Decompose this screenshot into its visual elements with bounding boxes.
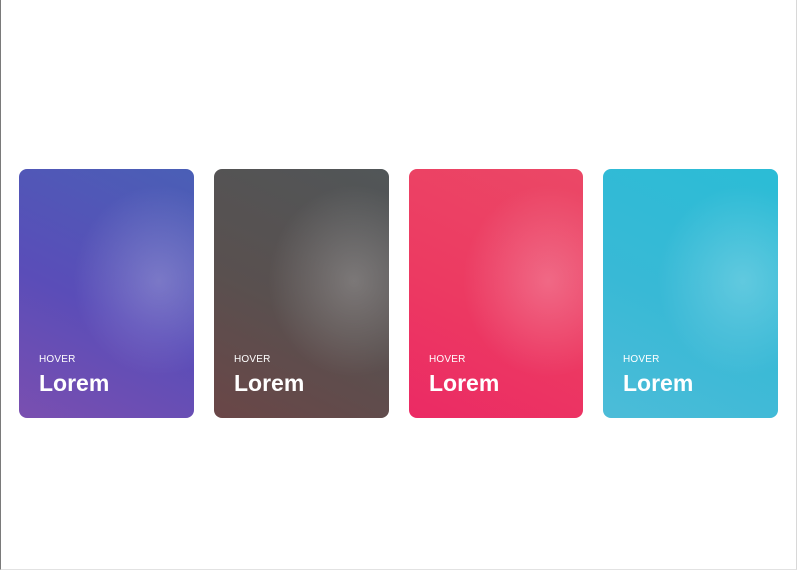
card-kicker: HOVER bbox=[623, 354, 660, 365]
card-kicker: HOVER bbox=[234, 354, 271, 365]
hover-card-gray[interactable]: HOVER Lorem bbox=[214, 169, 389, 418]
card-title: Lorem bbox=[234, 370, 305, 396]
hover-card-cyan[interactable]: HOVER Lorem bbox=[603, 169, 778, 418]
card-content: HOVER Lorem bbox=[39, 354, 109, 397]
card-title: Lorem bbox=[39, 370, 110, 396]
hover-card-pink[interactable]: HOVER Lorem bbox=[409, 169, 583, 418]
card-content: HOVER Lorem bbox=[623, 354, 693, 397]
card-kicker: HOVER bbox=[429, 354, 466, 365]
card-row: HOVER Lorem HOVER Lorem HOVER Lorem HOVE… bbox=[19, 169, 778, 418]
card-kicker: HOVER bbox=[39, 354, 76, 365]
page-frame: HOVER Lorem HOVER Lorem HOVER Lorem HOVE… bbox=[0, 0, 797, 570]
hover-card-purple[interactable]: HOVER Lorem bbox=[19, 169, 194, 418]
card-content: HOVER Lorem bbox=[429, 354, 499, 397]
card-content: HOVER Lorem bbox=[234, 354, 304, 397]
card-title: Lorem bbox=[429, 370, 500, 396]
card-title: Lorem bbox=[623, 370, 694, 396]
